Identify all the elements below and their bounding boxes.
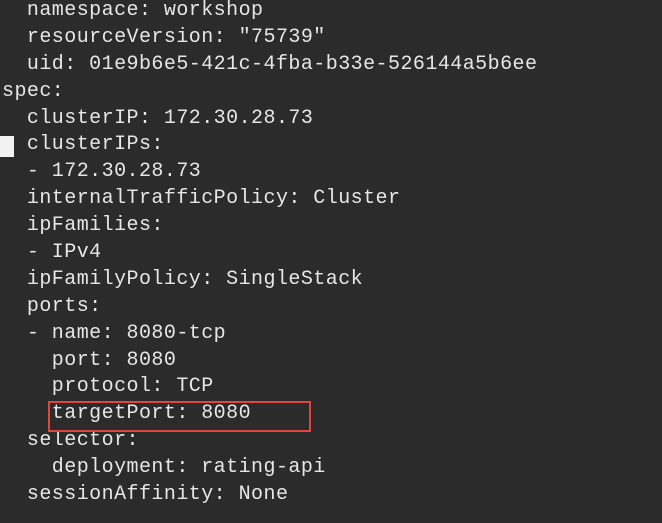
yaml-line-internal-traffic-policy: internalTrafficPolicy: Cluster	[2, 187, 401, 211]
yaml-line-ports: ports:	[2, 294, 102, 318]
yaml-line-cluster-ips-item: - 172.30.28.73	[2, 160, 202, 184]
yaml-line-cluster-ips: clusterIPs:	[2, 133, 164, 157]
yaml-line-deployment: deployment: rating-api	[2, 456, 326, 480]
yaml-output: namespace: workshop resourceVersion: "75…	[2, 0, 537, 509]
yaml-line-spec: spec:	[2, 79, 65, 103]
text-cursor	[0, 136, 14, 157]
yaml-line-ip-family-policy: ipFamilyPolicy: SingleStack	[2, 267, 364, 291]
yaml-line-uid: uid: 01e9b6e5-421c-4fba-b33e-526144a5b6e…	[2, 52, 538, 76]
yaml-line-resource-version: resourceVersion: "75739"	[2, 25, 326, 49]
yaml-line-namespace: namespace: workshop	[2, 0, 264, 22]
yaml-line-ip-families-item: - IPv4	[2, 241, 102, 265]
target-port-highlight	[48, 401, 311, 432]
yaml-line-port-name: - name: 8080-tcp	[2, 321, 227, 345]
yaml-line-protocol: protocol: TCP	[2, 375, 214, 399]
yaml-line-session-affinity: sessionAffinity: None	[2, 483, 289, 507]
yaml-line-cluster-ip: clusterIP: 172.30.28.73	[2, 106, 314, 130]
yaml-line-port: port: 8080	[2, 348, 177, 372]
yaml-line-selector: selector:	[2, 429, 139, 453]
yaml-line-ip-families: ipFamilies:	[2, 214, 164, 238]
terminal-window[interactable]: namespace: workshop resourceVersion: "75…	[0, 0, 662, 523]
